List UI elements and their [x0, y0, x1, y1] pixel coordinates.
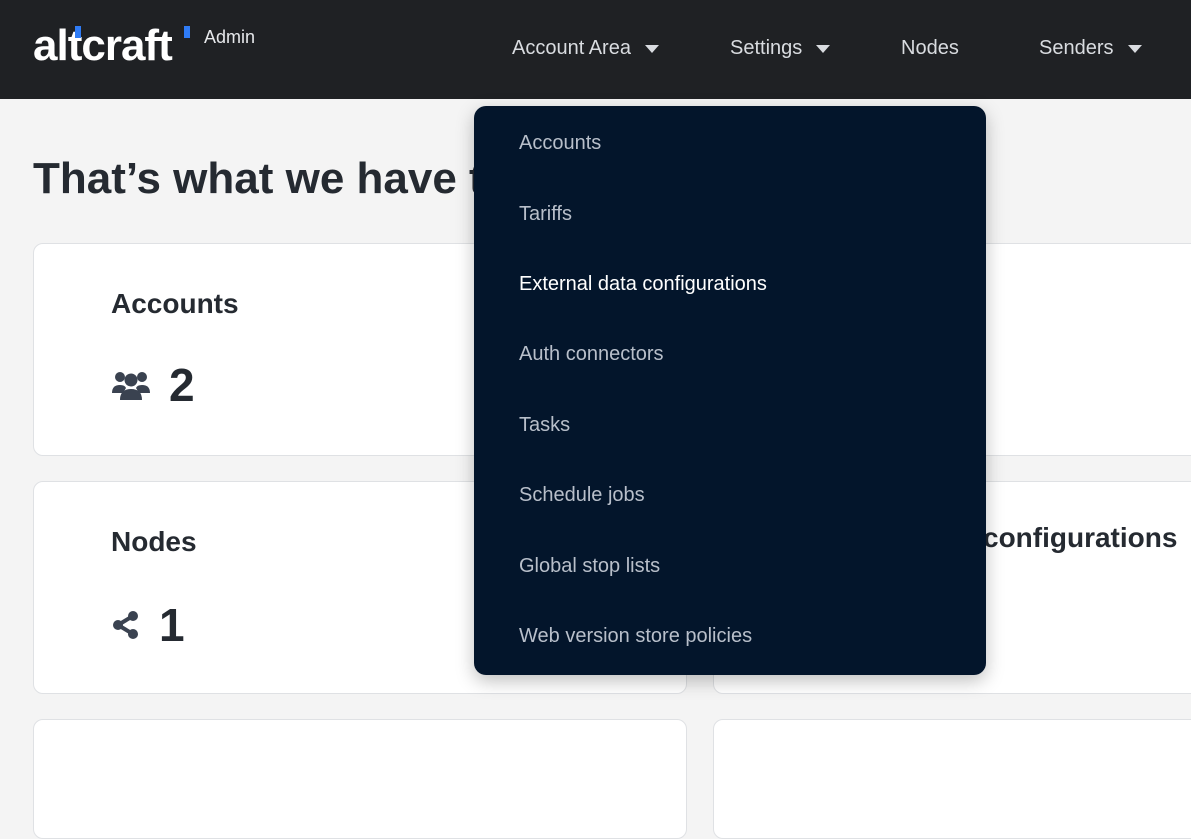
nav-account-area[interactable]: Account Area: [512, 34, 659, 62]
users-icon: [112, 372, 150, 400]
card-bottom-left[interactable]: [33, 719, 687, 839]
menu-item-schedule-jobs[interactable]: Schedule jobs: [519, 475, 645, 515]
caret-down-icon: [816, 45, 831, 53]
accounts-count: 2: [169, 359, 195, 411]
menu-item-web-version-store-policies[interactable]: Web version store policies: [519, 616, 752, 656]
settings-dropdown-menu: Accounts Tariffs External data configura…: [474, 106, 986, 675]
menu-item-accounts[interactable]: Accounts: [519, 123, 601, 163]
nav-settings-label: Settings: [730, 36, 803, 59]
logo-wordmark-icon: altcraft: [33, 22, 190, 64]
nav-senders-label: Senders: [1039, 36, 1114, 59]
altcraft-logo[interactable]: altcraft Admin: [33, 22, 255, 68]
menu-item-auth-connectors[interactable]: Auth connectors: [519, 334, 664, 374]
caret-down-icon: [644, 45, 659, 53]
menu-item-tasks[interactable]: Tasks: [519, 405, 570, 445]
nav-nodes-label: Nodes: [901, 36, 959, 59]
card-title: Accounts: [111, 288, 239, 319]
card-title: configurations: [983, 522, 1178, 553]
nodes-count: 1: [159, 599, 185, 651]
menu-item-external-data-configurations[interactable]: External data configurations: [519, 264, 767, 304]
caret-down-icon: [1127, 45, 1142, 53]
nav-settings[interactable]: Settings: [730, 34, 831, 62]
menu-item-global-stop-lists[interactable]: Global stop lists: [519, 546, 660, 586]
share-nodes-icon: [113, 611, 138, 639]
card-title: Nodes: [111, 526, 197, 557]
nav-nodes[interactable]: Nodes: [901, 34, 959, 62]
admin-tag: Admin: [204, 27, 256, 47]
menu-item-tariffs[interactable]: Tariffs: [519, 194, 572, 234]
svg-text:altcraft: altcraft: [33, 22, 173, 64]
nav-account-area-label: Account Area: [512, 36, 631, 59]
card-value-row: 2: [111, 358, 195, 412]
card-bottom-right[interactable]: [713, 719, 1191, 839]
page-title: That’s what we have t: [33, 154, 484, 203]
top-navigation-bar: altcraft Admin Account Area Settings Nod…: [0, 0, 1191, 99]
nav-senders[interactable]: Senders: [1039, 34, 1142, 62]
card-value-row: 1: [111, 598, 185, 652]
